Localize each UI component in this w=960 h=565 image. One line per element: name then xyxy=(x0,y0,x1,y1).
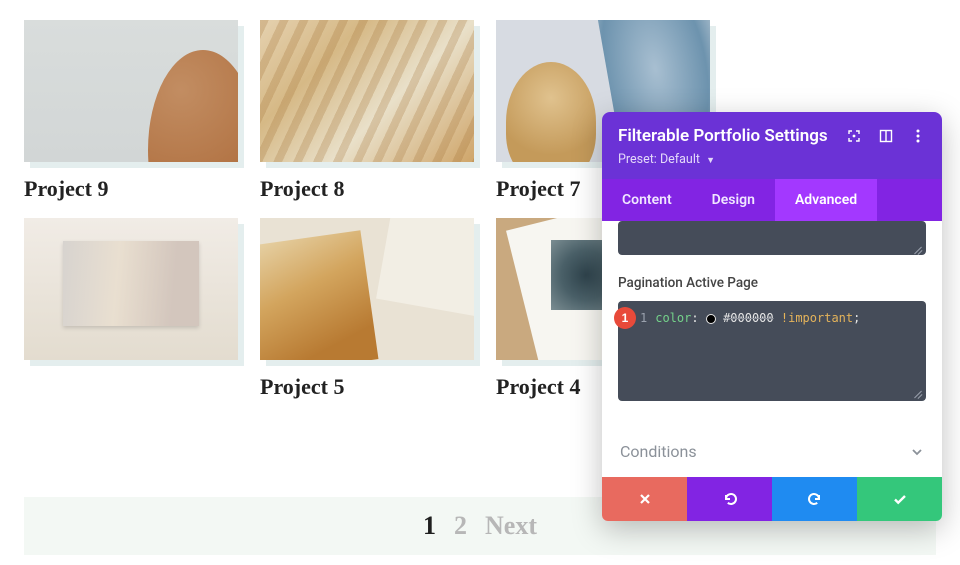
thumbnail[interactable] xyxy=(24,20,238,162)
step-badge: 1 xyxy=(614,307,636,329)
panel-header: Filterable Portfolio Settings Preset: De… xyxy=(602,112,942,179)
project-title: Project 8 xyxy=(260,176,474,202)
preset-selector[interactable]: Preset: Default ▼ xyxy=(618,146,926,179)
portfolio-card[interactable]: Project 9 xyxy=(24,20,238,202)
page-2[interactable]: 2 xyxy=(454,511,467,541)
tab-design[interactable]: Design xyxy=(692,179,775,221)
css-colon: : xyxy=(691,311,698,325)
line-number: 1 xyxy=(640,311,647,325)
save-button[interactable] xyxy=(857,477,942,521)
code-textarea-collapsed[interactable] xyxy=(618,221,926,255)
thumbnail[interactable] xyxy=(24,218,238,360)
cancel-button[interactable] xyxy=(602,477,687,521)
project-title: Project 9 xyxy=(24,176,238,202)
portfolio-card[interactable]: x xyxy=(24,218,238,400)
panel-footer xyxy=(602,477,942,521)
preset-label: Preset: xyxy=(618,152,657,167)
close-icon xyxy=(638,492,652,506)
panel-title: Filterable Portfolio Settings xyxy=(618,126,828,146)
css-code-editor[interactable]: 1 1 color: #000000 !important; xyxy=(618,301,926,401)
chevron-down-icon xyxy=(910,445,924,459)
check-icon xyxy=(892,491,908,507)
caret-down-icon: ▼ xyxy=(706,156,715,166)
code-line: 1 1 color: #000000 !important; xyxy=(618,311,926,325)
settings-panel: Filterable Portfolio Settings Preset: De… xyxy=(602,112,942,521)
tab-advanced[interactable]: Advanced xyxy=(775,179,877,221)
resize-handle-icon[interactable] xyxy=(910,241,924,255)
settings-tabs: Content Design Advanced xyxy=(602,179,942,221)
accordion-label: Conditions xyxy=(620,442,697,461)
column-view-icon[interactable] xyxy=(878,128,894,144)
project-title: Project 5 xyxy=(260,374,474,400)
css-property: color xyxy=(655,311,691,325)
thumbnail[interactable] xyxy=(260,218,474,360)
resize-handle-icon[interactable] xyxy=(910,385,924,399)
redo-icon xyxy=(807,491,823,507)
panel-body: Pagination Active Page 1 1 color: #00000… xyxy=(602,221,942,419)
kebab-menu-icon[interactable] xyxy=(910,128,926,144)
css-value: #000000 xyxy=(723,311,774,325)
tab-content[interactable]: Content xyxy=(602,179,692,221)
redo-button[interactable] xyxy=(772,477,857,521)
color-swatch-icon[interactable] xyxy=(706,314,716,324)
undo-icon xyxy=(722,491,738,507)
css-semicolon: ; xyxy=(853,311,860,325)
field-label: Pagination Active Page xyxy=(618,275,926,291)
page-1[interactable]: 1 xyxy=(423,511,436,541)
undo-button[interactable] xyxy=(687,477,772,521)
thumbnail[interactable] xyxy=(260,20,474,162)
preset-value: Default xyxy=(660,152,700,167)
page-next[interactable]: Next xyxy=(485,511,537,541)
portfolio-card[interactable]: Project 5 xyxy=(260,218,474,400)
fullscreen-icon[interactable] xyxy=(846,128,862,144)
css-important: !important xyxy=(781,311,853,325)
portfolio-card[interactable]: Project 8 xyxy=(260,20,474,202)
conditions-accordion[interactable]: Conditions xyxy=(602,419,942,477)
